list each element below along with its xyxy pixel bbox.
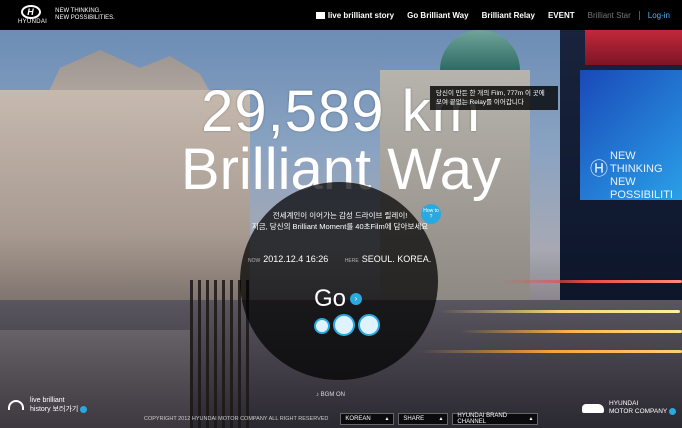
- nav-brilliant-relay[interactable]: Brilliant Relay: [482, 11, 535, 20]
- film-icon: [315, 11, 325, 19]
- bgm-toggle[interactable]: ♪ BGM ON: [316, 392, 345, 398]
- location-time: NOW 2012.12.4 16:26 HERE SEOUL. KOREA.: [248, 254, 445, 264]
- hyundai-motor-link[interactable]: HYUNDAI MOTOR COMPANY: [582, 400, 677, 416]
- railing: [190, 280, 250, 428]
- main-nav: live brilliant story Go Brilliant Way Br…: [303, 0, 670, 30]
- login-link[interactable]: Log-in: [638, 10, 670, 20]
- hyundai-h-icon: H: [20, 4, 41, 19]
- info-icon: [669, 408, 677, 415]
- film-reel-icon[interactable]: [314, 314, 380, 336]
- top-bar: H HYUNDAI NEW THINKING. NEW POSSIBILITIE…: [0, 0, 682, 30]
- billboard-red: [585, 30, 682, 65]
- logo-text: HYUNDAI: [18, 18, 48, 25]
- now-value: 2012.12.4 16:26: [263, 254, 329, 264]
- car-icon: [582, 403, 604, 413]
- light-streak: [420, 350, 682, 353]
- logo-block: H HYUNDAI: [14, 4, 48, 26]
- light-streak: [440, 310, 680, 313]
- brand-channel-select[interactable]: HYUNDAI BRAND CHANNEL ▲: [452, 413, 539, 425]
- nav-live-brilliant-story[interactable]: live brilliant story: [315, 11, 394, 20]
- panel-message: 전세계인이 이어가는 감성 드라이브 릴레이! 지금, 당신의 Brillian…: [251, 211, 429, 231]
- triangle-up-icon: ▲: [384, 416, 390, 422]
- triangle-up-icon: ▲: [438, 416, 444, 422]
- reel-large: [358, 314, 380, 336]
- how-to-button[interactable]: How to?: [421, 204, 441, 224]
- share-button[interactable]: SHARE ▲: [398, 413, 449, 425]
- nav-go-brilliant-way[interactable]: Go Brilliant Way: [407, 11, 469, 20]
- info-icon: [80, 405, 88, 413]
- light-streak: [500, 280, 682, 283]
- tagline: NEW THINKING. NEW POSSIBILITIES.: [55, 8, 115, 21]
- relay-tooltip: 당신이 만든 한 개의 Film, 777m 이 곳에 모여 끝없는 Relay…: [430, 86, 558, 110]
- light-streak: [460, 330, 682, 333]
- language-select[interactable]: KOREAN ▲: [340, 413, 395, 425]
- distance-counter: 29,589 km: [201, 79, 481, 144]
- triangle-up-icon: ▲: [528, 416, 534, 422]
- building-dome: [440, 30, 520, 70]
- go-button[interactable]: Go ›: [314, 285, 363, 313]
- here-label: HERE: [344, 258, 359, 264]
- chevron-right-icon: ›: [350, 293, 363, 305]
- copyright: COPYRIGHT 2012 HYUNDAI MOTOR COMPANY ALL…: [144, 416, 329, 422]
- hyundai-logo[interactable]: H HYUNDAI NEW THINKING. NEW POSSIBILITIE…: [14, 4, 115, 26]
- here-value: SEOUL. KOREA.: [361, 254, 432, 264]
- history-link[interactable]: live brilliant history 보러가기: [8, 396, 88, 414]
- reel-large: [333, 314, 355, 336]
- reel-small: [314, 318, 330, 334]
- speedometer-icon: [8, 400, 24, 410]
- footer: COPYRIGHT 2012 HYUNDAI MOTOR COMPANY ALL…: [144, 412, 539, 426]
- nav-event[interactable]: EVENT: [548, 11, 575, 20]
- nav-brilliant-star[interactable]: Brilliant Star: [588, 11, 631, 20]
- now-label: NOW: [248, 258, 261, 264]
